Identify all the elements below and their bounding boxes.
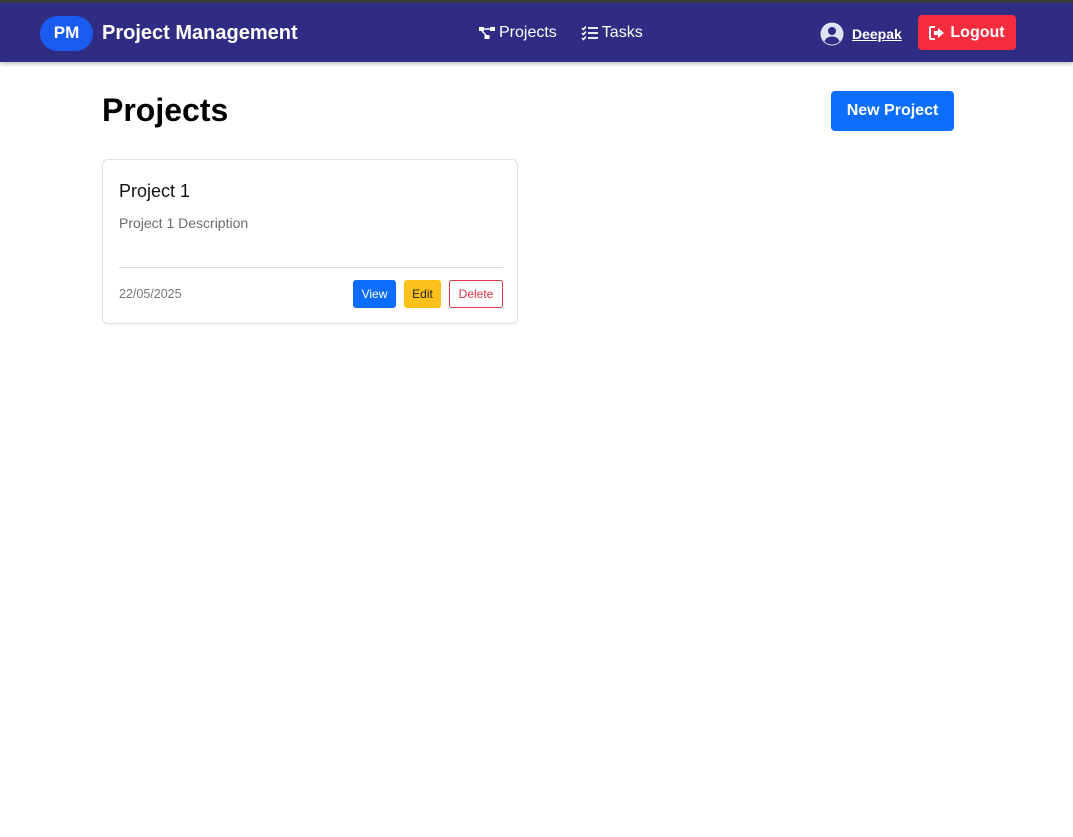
nav-link-tasks-label: Tasks	[601, 24, 643, 41]
project-title: Project 1	[119, 181, 191, 201]
project-date: 22/05/2025	[119, 287, 182, 301]
user-circle-icon	[820, 22, 844, 46]
view-button[interactable]: View	[353, 280, 396, 308]
delete-button[interactable]: Delete	[449, 280, 503, 308]
user-name: Deepak	[852, 26, 902, 42]
edit-button[interactable]: Edit	[404, 280, 441, 308]
page-title: Projects	[102, 92, 229, 128]
card-divider	[119, 267, 503, 268]
user-profile-link[interactable]: Deepak	[820, 22, 902, 46]
logout-button[interactable]: Logout	[918, 15, 1016, 50]
brand-badge: PM	[40, 15, 93, 51]
navbar: PM Project Management Projects Tasks Dee…	[0, 3, 1073, 62]
logout-icon	[929, 25, 945, 40]
nav-link-projects[interactable]: Projects	[478, 24, 557, 42]
new-project-button[interactable]: New Project	[831, 91, 954, 131]
task-list-icon	[581, 26, 598, 41]
logout-label: Logout	[950, 23, 1005, 41]
nav-link-projects-label: Projects	[499, 24, 557, 41]
diagram-icon	[479, 27, 495, 39]
project-description: Project 1 Description	[119, 215, 249, 231]
brand-title: Project Management	[102, 21, 298, 44]
nav-links: Projects Tasks	[478, 21, 667, 45]
nav-link-tasks[interactable]: Tasks	[581, 24, 643, 42]
brand-link[interactable]: PM Project Management	[40, 15, 298, 51]
project-card: Project 1 Project 1 Description 22/05/20…	[102, 159, 518, 324]
project-actions: View Edit Delete	[353, 280, 503, 308]
